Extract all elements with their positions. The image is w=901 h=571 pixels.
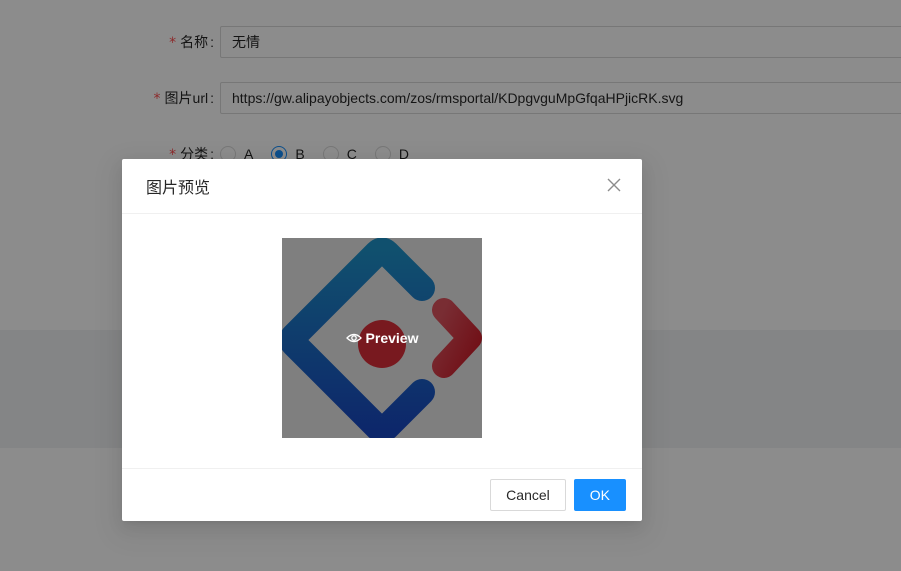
preview-overlay[interactable]: Preview (282, 238, 482, 438)
modal-title: 图片预览 (146, 180, 211, 197)
ok-button[interactable]: OK (573, 479, 626, 511)
modal-footer: Cancel OK (122, 468, 642, 521)
image-preview-modal: 图片预览 Preview Cancel OK (122, 159, 642, 521)
modal-header: 图片预览 (122, 159, 642, 214)
close-icon[interactable] (602, 173, 626, 197)
preview-label: Preview (365, 330, 419, 346)
modal-body: Preview (122, 214, 642, 468)
image-preview[interactable]: Preview (282, 238, 482, 438)
eye-icon (345, 332, 362, 344)
cancel-button[interactable]: Cancel (490, 479, 566, 511)
